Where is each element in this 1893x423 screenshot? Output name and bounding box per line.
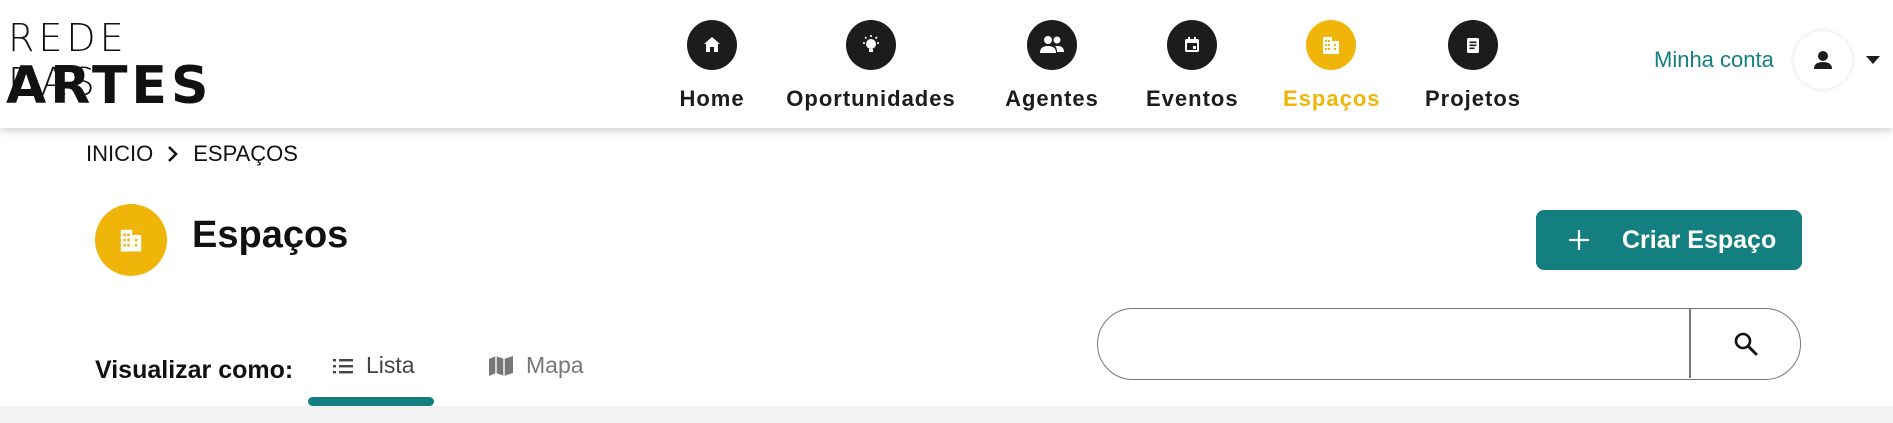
logo-line-2: ARTES [6, 56, 213, 116]
site-logo[interactable]: REDE DAS ARTES [6, 16, 226, 114]
search-input[interactable] [1118, 321, 1762, 369]
account-menu[interactable]: Minha conta [1654, 30, 1880, 90]
search-button[interactable] [1692, 309, 1800, 378]
nav-eventos-label: Eventos [1146, 86, 1239, 111]
nav-home-label: Home [679, 86, 745, 111]
nav-oportunidades-label: Oportunidades [786, 86, 956, 111]
people-icon [1027, 20, 1077, 70]
nav-projetos-label: Projetos [1424, 86, 1522, 111]
breadcrumb-current: ESPAÇOS [193, 141, 298, 166]
list-icon [332, 357, 354, 375]
building-icon [95, 204, 167, 276]
nav-projetos[interactable]: Projetos [1423, 20, 1523, 112]
breadcrumb: INICIO ESPAÇOS [86, 141, 298, 167]
plus-icon [1566, 227, 1592, 253]
tab-map[interactable]: Mapa [488, 352, 584, 379]
nav-oportunidades[interactable]: Oportunidades [784, 20, 958, 112]
nav-espacos[interactable]: Espaços [1283, 20, 1381, 112]
lightbulb-icon [846, 20, 896, 70]
home-icon [687, 20, 737, 70]
document-icon [1448, 20, 1498, 70]
map-icon [488, 355, 514, 377]
nav-espacos-label: Espaços [1283, 86, 1381, 111]
breadcrumb-home[interactable]: INICIO [86, 141, 153, 167]
search-icon [1733, 331, 1759, 357]
building-icon [1306, 20, 1356, 70]
content-area-edge [0, 406, 1893, 423]
tab-list[interactable]: Lista [332, 352, 415, 379]
tab-map-label: Mapa [526, 352, 584, 378]
chevron-down-icon[interactable] [1865, 56, 1880, 64]
view-as-label: Visualizar como: [95, 356, 294, 384]
nav-agentes[interactable]: Agentes [1005, 20, 1099, 112]
page-title: Espaços [192, 214, 349, 256]
search-divider [1689, 309, 1691, 378]
nav-eventos[interactable]: Eventos [1146, 20, 1238, 112]
user-icon[interactable] [1793, 31, 1852, 89]
nav-home[interactable]: Home [672, 20, 752, 112]
create-space-label: Criar Espaço [1622, 225, 1777, 254]
account-label[interactable]: Minha conta [1654, 47, 1774, 73]
calendar-icon [1167, 20, 1217, 70]
chevron-right-icon [167, 145, 179, 163]
active-tab-indicator [308, 397, 434, 406]
nav-agentes-label: Agentes [1005, 86, 1099, 111]
tab-list-label: Lista [366, 352, 415, 378]
create-space-button[interactable]: Criar Espaço [1536, 210, 1802, 270]
site-header: REDE DAS ARTES Home Oportunidades Agente… [0, 0, 1893, 128]
search-bar [1097, 308, 1801, 380]
